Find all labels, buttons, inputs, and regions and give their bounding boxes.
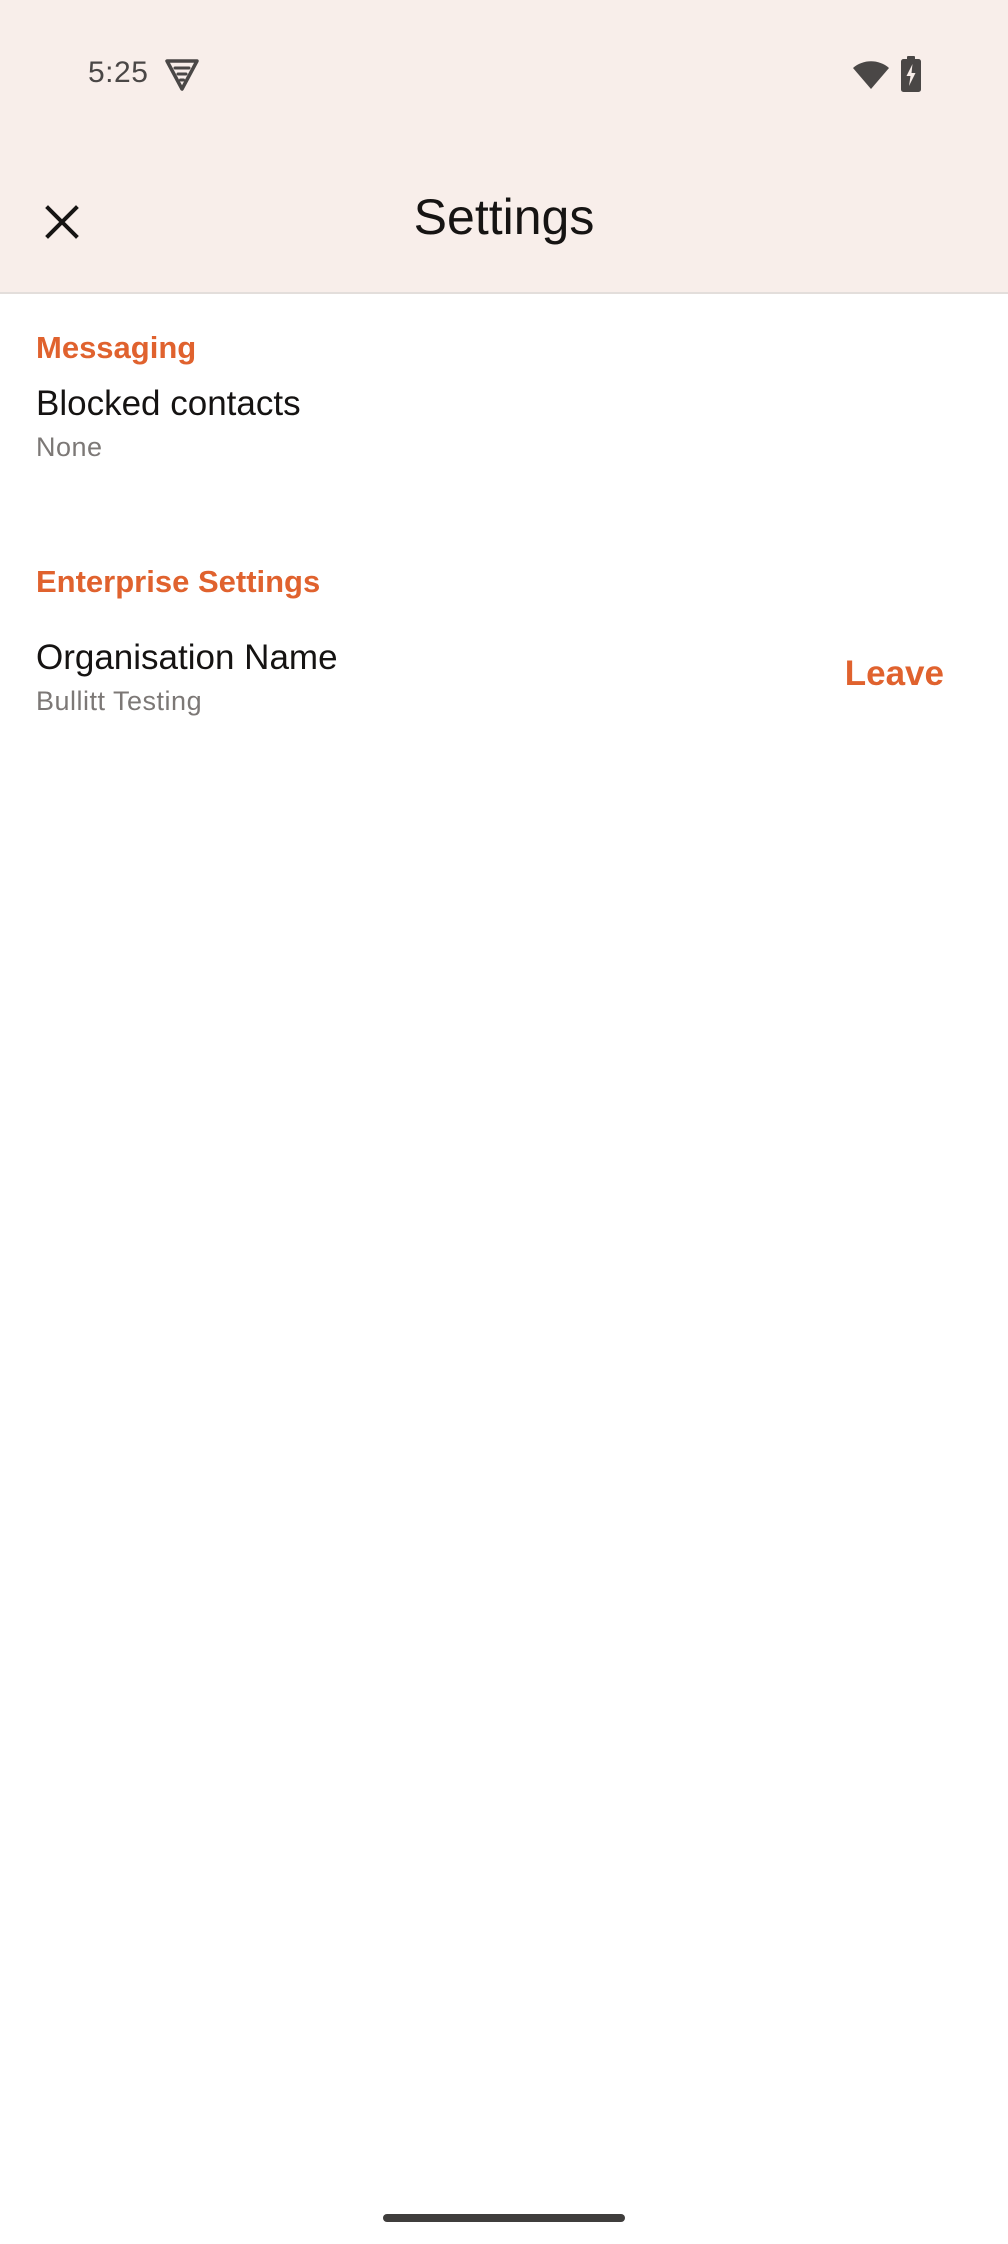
app-bar: Settings — [0, 150, 1008, 294]
gesture-navigation-bar[interactable] — [383, 2214, 625, 2222]
blocked-contacts-item[interactable]: Blocked contacts None — [0, 382, 1008, 492]
leave-button[interactable]: Leave — [845, 654, 944, 694]
vpn-shield-icon — [165, 59, 199, 91]
pref-summary: Bullitt Testing — [36, 686, 203, 716]
header: 5:25 Settings — [0, 0, 1008, 294]
status-time: 5:25 — [88, 56, 149, 89]
status-bar: 5:25 — [0, 0, 1008, 150]
settings-screen: 5:25 Settings Messaging Blocked contacts… — [0, 0, 1008, 2244]
organisation-name-item: Organisation Name Bullitt Testing Leave — [0, 626, 1008, 746]
battery-charging-icon — [901, 56, 921, 92]
section-header-messaging: Messaging — [36, 330, 197, 365]
pref-title: Organisation Name — [36, 638, 338, 677]
wifi-icon — [853, 61, 889, 89]
page-title: Settings — [413, 189, 595, 245]
pref-title: Blocked contacts — [36, 384, 301, 423]
pref-summary: None — [36, 432, 103, 462]
section-header-enterprise-settings: Enterprise Settings — [36, 564, 321, 599]
